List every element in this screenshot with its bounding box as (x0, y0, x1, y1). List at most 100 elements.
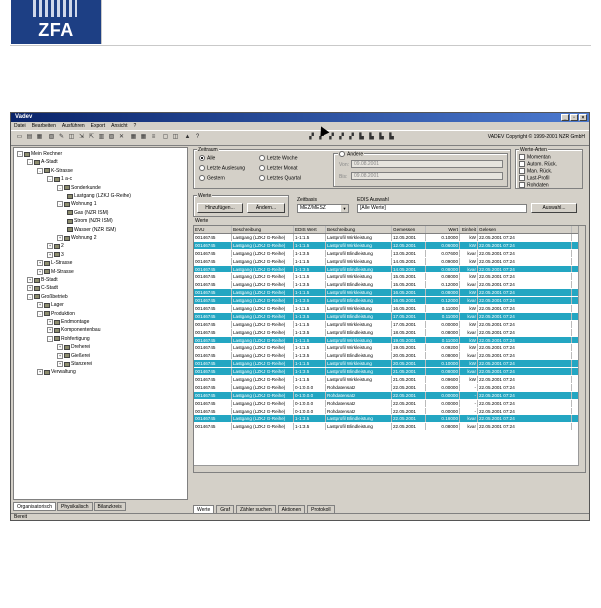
tree-node[interactable]: Lastgang (LZKJ G-Reihe) (67, 193, 131, 199)
tree-node[interactable]: + Dreherei (57, 344, 90, 351)
table-row[interactable]: 00146745 Lastgang (LZKJ G-Reihe) 1-1:3.5 La… (194, 281, 585, 290)
copy-icon[interactable]: ▧ (47, 133, 56, 142)
expand-icon[interactable]: + (37, 302, 43, 309)
expand-icon[interactable]: + (27, 277, 33, 283)
tree-node[interactable]: + Lager (37, 302, 64, 309)
channel-icon-1[interactable]: ▞ (307, 133, 316, 142)
tree-node[interactable]: + Gießerei (57, 352, 90, 359)
window-icon[interactable]: ▢ (161, 133, 170, 142)
send-icon[interactable]: ⇱ (87, 133, 96, 142)
expand-icon[interactable]: + (37, 260, 43, 267)
tree-node[interactable]: + Stanzerei (57, 361, 92, 367)
maximize-button[interactable]: ▫ (570, 114, 578, 121)
export-icon[interactable]: ▨ (107, 133, 116, 142)
channel-icon-4[interactable]: ▞ (337, 133, 346, 142)
column-header[interactable]: Gemessen (392, 226, 426, 233)
expand-icon[interactable]: + (47, 243, 53, 250)
tree-node[interactable]: - Rohfertigung (47, 335, 90, 342)
von-date-field[interactable]: 09.08.2001 (351, 160, 503, 168)
radio-alle[interactable]: Alle (199, 155, 215, 161)
tree-node[interactable]: + L-Strasse (37, 260, 72, 267)
table-row[interactable]: 00146745 Lastgang (LZKJ G-Reihe) 0-1:0.0.0… (194, 399, 585, 408)
collapse-icon[interactable]: - (47, 176, 53, 183)
table-row[interactable]: 00146745 Lastgang (LZKJ G-Reihe) 1-1:3.5 La… (194, 423, 585, 432)
tree-node[interactable]: - Sonderkunde (57, 184, 101, 191)
table-row[interactable]: 00146745 Lastgang (LZKJ G-Reihe) 1-1:1.5 La… (194, 336, 585, 345)
menu-export[interactable]: Export (91, 122, 105, 130)
collapse-icon[interactable]: - (47, 335, 53, 342)
expand-icon[interactable]: + (57, 361, 63, 367)
tree-node[interactable]: +3 (47, 251, 64, 258)
tab-bilanzkreis[interactable]: Bilanzkreis (93, 502, 126, 511)
tree-node[interactable]: + B-Stadt (27, 277, 58, 283)
table-row[interactable]: 00146745 Lastgang (LZKJ G-Reihe) 1-1:1.5 La… (194, 344, 585, 353)
table-row[interactable]: 00146745 Lastgang (LZKJ G-Reihe) 1-1:1.5 La… (194, 273, 585, 282)
column-header[interactable]: EDIS Wert (294, 226, 326, 233)
collapse-icon[interactable]: - (57, 201, 63, 208)
bis-date-field[interactable]: 09.08.2001 (351, 172, 503, 180)
change-button[interactable]: Ändern... (247, 203, 285, 213)
tree-node[interactable]: + C-Stadt (27, 285, 58, 292)
collapse-icon[interactable]: - (27, 159, 33, 166)
column-header[interactable]: EVU (194, 226, 232, 233)
tree-node[interactable]: - K-Strasse (37, 167, 73, 174)
vertical-scrollbar[interactable] (578, 226, 585, 472)
title-bar[interactable]: Vadev _ ▫ × (11, 113, 589, 122)
radio-andere[interactable]: Andere (338, 151, 365, 158)
minimize-button[interactable]: _ (561, 114, 569, 121)
tree-node[interactable]: - Großbetrieb (27, 293, 68, 300)
dropdown-arrow-icon[interactable]: ▼ (341, 205, 348, 212)
tree-node[interactable]: +2 (47, 243, 64, 250)
collapse-icon[interactable]: - (27, 293, 33, 300)
tree-node[interactable]: Gas (NZR ISM) (67, 210, 108, 216)
table-row[interactable]: 00146745 Lastgang (LZKJ G-Reihe) 1-1:3.5 La… (194, 415, 585, 424)
column-header[interactable]: Beschreibung (326, 226, 392, 233)
meter-icon[interactable]: ◫ (67, 133, 76, 142)
list-icon[interactable]: ≡ (149, 133, 158, 142)
edit-icon[interactable]: ✎ (57, 133, 66, 142)
expand-icon[interactable]: + (57, 344, 63, 351)
collapse-icon[interactable]: - (37, 167, 43, 174)
tree-node[interactable]: + Endmontage (47, 319, 89, 325)
check-autom-rueck[interactable]: Autom. Rück. (519, 161, 557, 167)
table-row[interactable]: 00146745 Lastgang (LZKJ G-Reihe) 1-1:3.5 La… (194, 297, 585, 306)
menu-bearbeiten[interactable]: Bearbeiten (32, 122, 56, 130)
print-icon[interactable]: ▦ (35, 133, 44, 142)
chart-icon[interactable]: ▲ (183, 133, 192, 142)
tab-organisatorisch[interactable]: Organisatorisch (13, 502, 57, 511)
column-header[interactable]: Wert (426, 226, 460, 233)
collapse-icon[interactable]: - (57, 184, 63, 191)
values-grid[interactable]: EVU Beschreibung EDIS Wert Beschreibung Geme… (193, 225, 586, 473)
table-row[interactable]: 00146745 Lastgang (LZKJ G-Reihe) 1-1:1.5 La… (194, 376, 585, 384)
tile-icon[interactable]: ◫ (171, 133, 180, 142)
tree-node[interactable]: + Wohnung 2 (57, 235, 96, 241)
tree-node[interactable]: - Wohnung 1 (57, 201, 96, 208)
check-momentan[interactable]: Momentan (519, 154, 551, 160)
column-header[interactable]: Einheit (460, 226, 478, 233)
expand-icon[interactable]: + (47, 319, 53, 325)
table-row[interactable]: 00146745 Lastgang (LZKJ G-Reihe) 0-1:0.0.0… (194, 407, 585, 416)
new-icon[interactable]: ▭ (15, 133, 24, 142)
menu-help[interactable]: ? (134, 122, 137, 130)
delete-icon[interactable]: ✕ (117, 133, 126, 142)
tree-node[interactable]: Wasser (NZR ISM) (67, 227, 116, 233)
radio-letzte-auslesung[interactable]: Letzte Auslesung (199, 165, 245, 171)
tree-node[interactable]: Strom (NZR ISM) (67, 218, 113, 224)
column-header[interactable]: Gelesen (478, 226, 572, 233)
table-icon[interactable]: ▦ (129, 133, 138, 142)
table-row[interactable]: 00146745 Lastgang (LZKJ G-Reihe) 1-1:1.5 La… (194, 360, 585, 369)
channel-icon-9[interactable]: ▙ (387, 133, 396, 142)
radio-letzte-woche[interactable]: Letzte Woche (259, 155, 297, 161)
grid-icon[interactable]: ▦ (139, 133, 148, 142)
table-row[interactable]: 00146745 Lastgang (LZKJ G-Reihe) 1-1:3.5 La… (194, 312, 585, 321)
table-row[interactable]: 00146745 Lastgang (LZKJ G-Reihe) 1-1:1.5 La… (194, 241, 585, 250)
column-header[interactable]: Beschreibung (232, 226, 294, 233)
radio-letztes-quartal[interactable]: Letztes Quartal (259, 175, 301, 181)
collapse-icon[interactable]: - (37, 310, 43, 317)
table-row[interactable]: 00146745 Lastgang (LZKJ G-Reihe) 1-1:1.5 La… (194, 234, 585, 242)
expand-icon[interactable]: + (57, 235, 63, 241)
tree-node[interactable]: + Verwaltung (37, 369, 76, 376)
close-button[interactable]: × (579, 114, 587, 121)
menu-ausfuehren[interactable]: Ausführen (62, 122, 85, 130)
table-row[interactable]: 00146745 Lastgang (LZKJ G-Reihe) 0-1:0.0.0… (194, 383, 585, 392)
